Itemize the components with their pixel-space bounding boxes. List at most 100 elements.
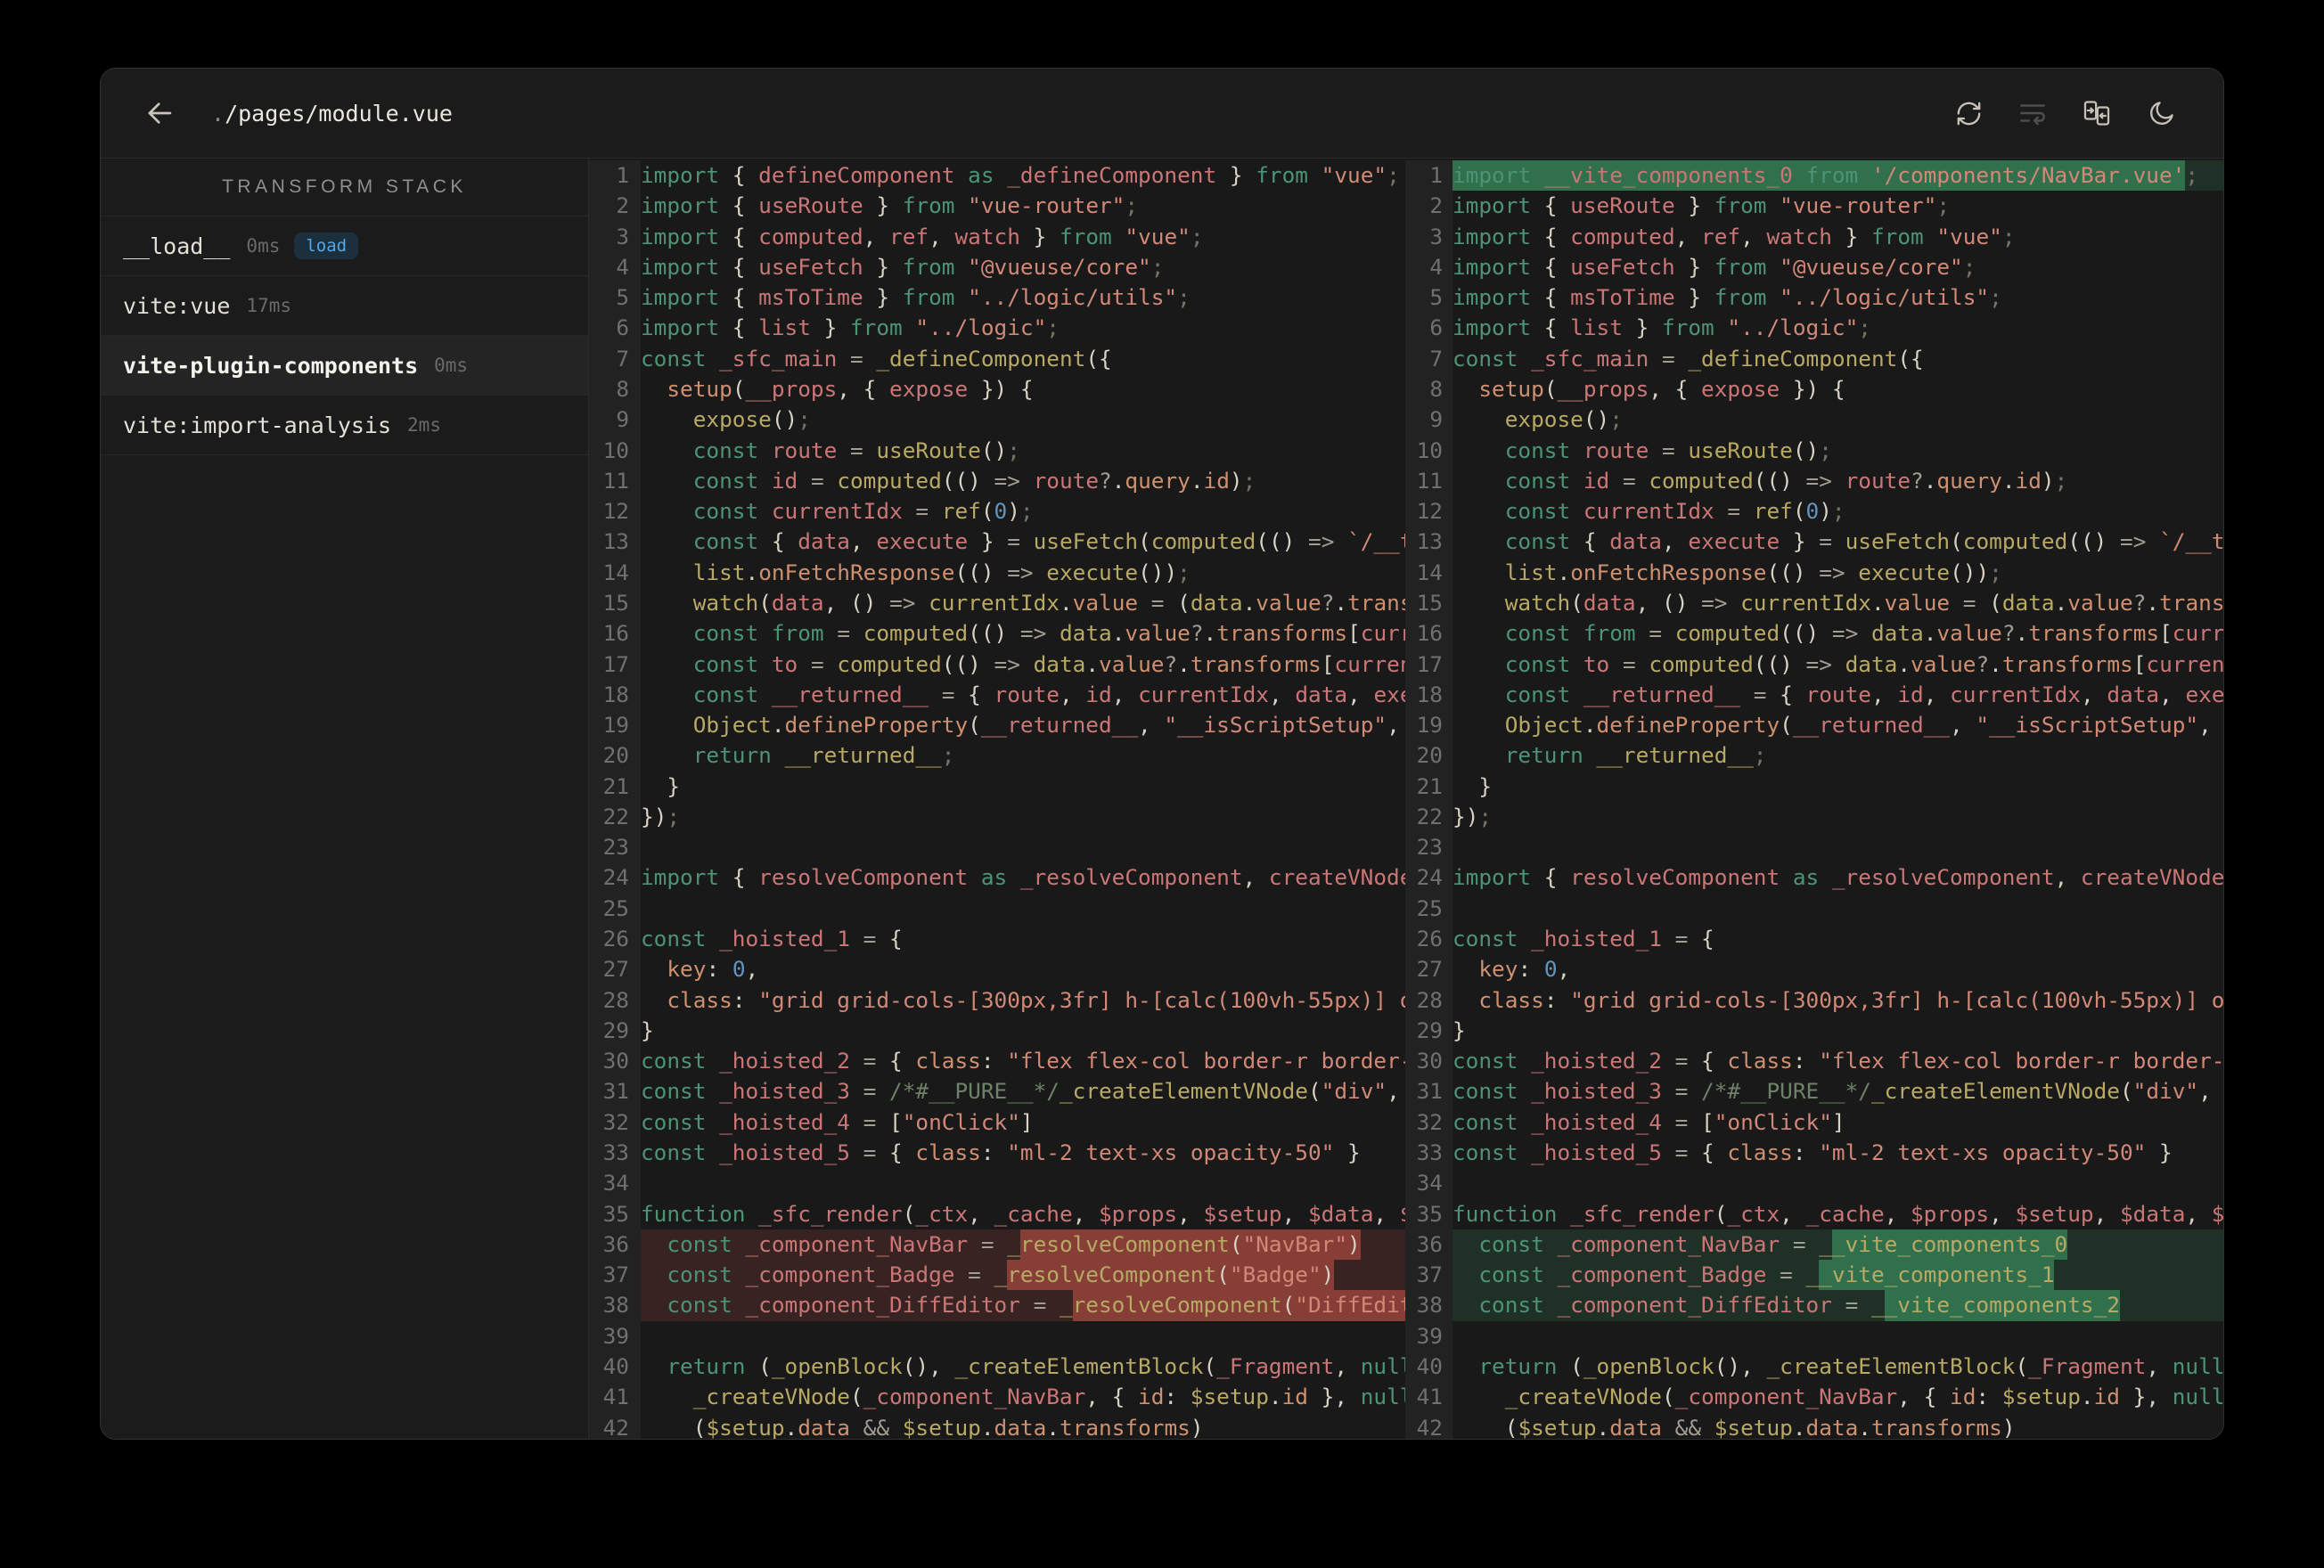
plugin-time: 17ms — [246, 295, 291, 316]
line-number: 8 — [589, 373, 641, 405]
code-line: 20 return __returned__; — [1405, 740, 2223, 772]
line-number: 40 — [1405, 1351, 1452, 1383]
diff-before-pane[interactable]: 1 import { defineComponent as _defineComp… — [589, 159, 1405, 1439]
line-number: 34 — [1405, 1168, 1452, 1199]
code-text: const id = computed(() => route?.query.i… — [692, 467, 1256, 494]
code-text: const __returned__ = { route, id, curren… — [692, 681, 1405, 707]
code-text: expose(); — [1504, 406, 1623, 433]
code-text: const _hoisted_2 = { class: "flex flex-c… — [641, 1048, 1405, 1074]
line-number: 42 — [589, 1412, 641, 1439]
code-line: 5 import { msToTime } from "../logic/util… — [1405, 282, 2223, 314]
line-number: 18 — [589, 679, 641, 711]
code-line: 36 const _component_NavBar = __vite_comp… — [1405, 1229, 2223, 1261]
sidebar-item-vite-plugin-components[interactable]: vite-plugin-components 0ms — [101, 336, 588, 396]
code-line: 10 const route = useRoute(); — [1405, 435, 2223, 466]
code-line: 13 const { data, execute } = useFetch(co… — [1405, 527, 2223, 558]
wrap-text-icon — [2017, 98, 2048, 128]
code-text: import { useFetch } from "@vueuse/core"; — [641, 253, 1165, 280]
code-text: list.onFetchResponse(() => execute()); — [692, 559, 1191, 585]
code-line: 33 const _hoisted_5 = { class: "ml-2 text… — [1405, 1138, 2223, 1169]
code-line: 2 import { useRoute } from "vue-router"; — [589, 191, 1405, 222]
refresh-button[interactable] — [1952, 97, 1984, 129]
line-number: 40 — [589, 1351, 641, 1383]
code-text: const _hoisted_5 = { class: "ml-2 text-x… — [1452, 1139, 2173, 1165]
line-number: 15 — [589, 587, 641, 619]
code-text: const _component_Badge = __vite_componen… — [1452, 1260, 2223, 1291]
line-number: 28 — [1405, 984, 1452, 1016]
back-button[interactable] — [140, 94, 179, 133]
code-line: 35 function _sfc_render(_ctx, _cache, $pr… — [589, 1198, 1405, 1229]
sidebar-item-vite-vue[interactable]: vite:vue 17ms — [101, 276, 588, 336]
code-text: } — [641, 1017, 654, 1043]
code-line: 16 const from = computed(() => data.valu… — [1405, 618, 2223, 649]
line-number: 7 — [1405, 343, 1452, 374]
line-number: 23 — [589, 832, 641, 863]
code-text: setup(__props, { expose }) { — [667, 375, 1034, 402]
code-line: 23 — [1405, 832, 2223, 863]
code-text: const currentIdx = ref(0); — [1504, 498, 1845, 525]
line-number: 34 — [589, 1168, 641, 1199]
code-text: import { computed, ref, watch } from "vu… — [1452, 223, 2016, 249]
code-text: const _hoisted_2 = { class: "flex flex-c… — [1452, 1048, 2223, 1074]
code-text: const currentIdx = ref(0); — [692, 498, 1034, 525]
code-text: _createVNode(_component_NavBar, { id: $s… — [692, 1384, 1405, 1410]
title-prefix: . — [211, 100, 225, 127]
line-number: 27 — [1405, 954, 1452, 985]
code-line: 28 class: "grid grid-cols-[300px,3fr] h-… — [1405, 984, 2223, 1016]
code-text: watch(data, () => currentIdx.value = (da… — [1504, 589, 2223, 616]
code-text: return (_openBlock(), _createElementBloc… — [667, 1352, 1405, 1379]
diff-view: 1 import { defineComponent as _defineComp… — [589, 159, 2223, 1439]
line-number: 37 — [589, 1260, 641, 1291]
main-content: TRANSFORM STACK __load__ 0ms load vite:v… — [101, 159, 2223, 1439]
side-by-side-button[interactable] — [2081, 97, 2113, 129]
line-number: 13 — [589, 527, 641, 558]
code-line: 15 watch(data, () => currentIdx.value = … — [1405, 587, 2223, 619]
code-line: 38 const _component_DiffEditor = __vite_… — [1405, 1290, 2223, 1321]
code-line: 14 list.onFetchResponse(() => execute())… — [589, 557, 1405, 588]
code-text: } — [1452, 1017, 1466, 1043]
code-line: 24 import { resolveComponent as _resolveC… — [589, 862, 1405, 894]
line-number: 11 — [589, 465, 641, 497]
code-line: 17 const to = computed(() => data.value?… — [589, 649, 1405, 680]
code-text: const __returned__ = { route, id, curren… — [1504, 681, 2223, 707]
line-number: 20 — [589, 740, 641, 772]
code-text: import { computed, ref, watch } from "vu… — [641, 223, 1204, 249]
code-line: 3 import { computed, ref, watch } from "v… — [1405, 221, 2223, 252]
code-text: list.onFetchResponse(() => execute()); — [1504, 559, 2002, 585]
code-line: 31 const _hoisted_3 = /*#__PURE__*/_creat… — [1405, 1076, 2223, 1107]
code-line: 12 const currentIdx = ref(0); — [1405, 496, 2223, 527]
wrap-lines-button[interactable] — [2017, 97, 2049, 129]
code-text: const route = useRoute(); — [1504, 437, 1832, 463]
code-line: 33 const _hoisted_5 = { class: "ml-2 text… — [589, 1138, 1405, 1169]
line-number: 35 — [589, 1198, 641, 1229]
dark-mode-button[interactable] — [2145, 97, 2177, 129]
line-number: 26 — [1405, 924, 1452, 955]
moon-icon — [2147, 99, 2176, 128]
line-number: 10 — [1405, 435, 1452, 466]
line-number: 5 — [1405, 282, 1452, 314]
transform-stack-sidebar: TRANSFORM STACK __load__ 0ms load vite:v… — [101, 159, 589, 1439]
sidebar-item-load[interactable]: __load__ 0ms load — [101, 216, 588, 276]
code-line: 19 Object.defineProperty(__returned__, "… — [589, 710, 1405, 741]
sidebar-item-vite-import-analysis[interactable]: vite:import-analysis 2ms — [101, 396, 588, 455]
code-text: }); — [1452, 803, 1493, 829]
code-text: key: 0, — [1478, 956, 1571, 983]
code-line: 35 function _sfc_render(_ctx, _cache, $pr… — [1405, 1198, 2223, 1229]
line-number: 27 — [589, 954, 641, 985]
code-text: import { list } from "../logic"; — [1452, 314, 1871, 341]
code-line: 32 const _hoisted_4 = ["onClick"] — [589, 1107, 1405, 1138]
code-line: 9 expose(); — [589, 404, 1405, 436]
code-text: watch(data, () => currentIdx.value = (da… — [692, 589, 1405, 616]
code-line: 38 const _component_DiffEditor = _resolv… — [589, 1290, 1405, 1321]
code-line: 37 const _component_Badge = __vite_compo… — [1405, 1260, 2223, 1291]
code-line: 39 — [1405, 1320, 2223, 1352]
code-text: import { defineComponent as _defineCompo… — [641, 162, 1400, 188]
code-line: 27 key: 0, — [1405, 954, 2223, 985]
code-text: setup(__props, { expose }) { — [1478, 375, 1845, 402]
code-line: 23 — [589, 832, 1405, 863]
diff-after-pane[interactable]: 1 import __vite_components_0 from '/compo… — [1405, 159, 2223, 1439]
